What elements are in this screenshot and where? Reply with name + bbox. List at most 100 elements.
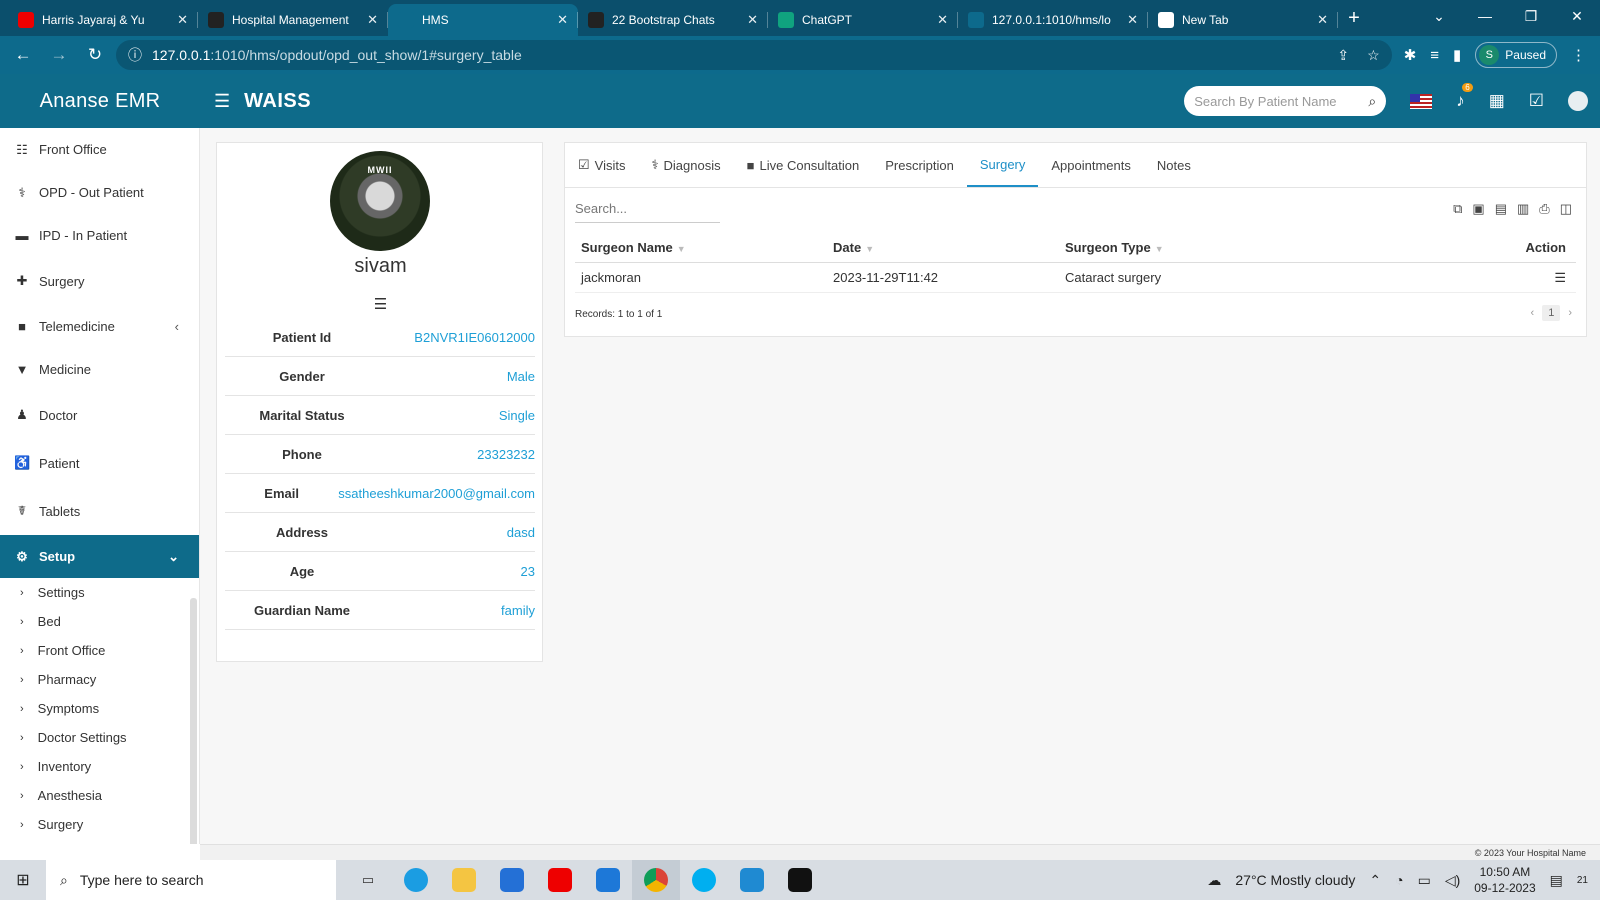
sidebar-item-tablets[interactable]: ☤ Tablets [0,487,199,535]
setup-subitem[interactable]: › Bed [0,607,199,636]
next-page-icon[interactable]: › [1568,307,1572,319]
sidebar-item-front-office[interactable]: ☷ Front Office [0,128,199,171]
close-tab-icon[interactable]: ✕ [367,12,378,28]
patient-detail-value[interactable]: 23 [379,564,535,579]
tab-appointments[interactable]: Appointments [1038,143,1144,187]
pdf-icon[interactable]: ▥ [1517,201,1529,217]
tab-surgery[interactable]: Surgery [966,143,1039,187]
sidebar-item-opd-out-patient[interactable]: ⚕ OPD - Out Patient [0,171,199,214]
sidebar-item-ipd-in-patient[interactable]: ▬ IPD - In Patient [0,214,199,257]
column-header[interactable]: Surgeon Name ▼ [575,240,833,255]
patient-detail-value[interactable]: Male [379,369,535,384]
setup-subitem[interactable]: › Pharmacy [0,665,199,694]
browser-tab[interactable]: New Tab ✕ [1148,4,1338,36]
close-tab-icon[interactable]: ✕ [1127,12,1138,28]
columns-icon[interactable]: ◫ [1560,201,1572,217]
patient-detail-value[interactable]: family [379,603,535,618]
close-tab-icon[interactable]: ✕ [937,12,948,28]
site-info-icon[interactable]: ⓘ [128,45,142,65]
file-explorer-icon[interactable] [440,860,488,900]
print-icon[interactable]: ⎙ [1539,201,1549,217]
prev-page-icon[interactable]: ‹ [1531,307,1535,319]
youtube-app-icon[interactable] [536,860,584,900]
mail-icon[interactable] [584,860,632,900]
setup-subitem[interactable]: › Doctor Settings [0,723,199,752]
volume-icon[interactable]: ◁) [1445,872,1460,889]
tab-notes[interactable]: Notes [1144,143,1204,187]
chevron-up-icon[interactable]: ⌃ [1369,872,1381,889]
close-tab-icon[interactable]: ✕ [747,12,758,28]
sidebar-item-patient[interactable]: ♿ Patient [0,439,199,487]
tab-live-consultation[interactable]: ■ Live Consultation [734,143,873,187]
user-avatar[interactable] [1568,91,1588,111]
new-tab-button[interactable]: + [1338,7,1370,30]
patient-detail-value[interactable]: Single [379,408,535,423]
sidebar-item-setup[interactable]: ⚙ Setup ⌄ [0,535,199,578]
minimize-button[interactable]: — [1462,0,1508,32]
patient-detail-value[interactable]: dasd [379,525,535,540]
setup-subitem[interactable]: › Inventory [0,752,199,781]
side-panel-icon[interactable]: ▮ [1453,46,1461,64]
browser-tab[interactable]: HMS ✕ [388,4,578,36]
bookmark-star-icon[interactable]: ☆ [1367,47,1380,64]
sidebar-item-telemedicine[interactable]: ■ Telemedicine ‹ [0,305,199,348]
browser-tab[interactable]: 127.0.0.1:1010/hms/lo ✕ [958,4,1148,36]
tab-diagnosis[interactable]: ⚕ Diagnosis [638,143,733,187]
address-bar[interactable]: ⓘ 127.0.0.1:1010/hms/opdout/opd_out_show… [116,40,1392,70]
task-check-icon[interactable]: ☑ [1529,91,1544,111]
tab-prescription[interactable]: Prescription [872,143,967,187]
calendar-icon[interactable]: ▦ [1489,91,1505,111]
browser-tab[interactable]: Hospital Management ✕ [198,4,388,36]
excel-icon[interactable]: ▣ [1472,201,1484,217]
edge-icon[interactable] [392,860,440,900]
patient-search-input[interactable]: Search By Patient Name ⌕ [1184,86,1387,116]
windows-start-icon[interactable]: ⊞ [0,870,46,890]
sidebar-item-medicine[interactable]: ▼ Medicine [0,348,199,391]
app-brand[interactable]: Ananse EMR [0,90,200,113]
column-header[interactable]: Date ▼ [833,240,1065,255]
network-icon[interactable]: ◔ [1395,872,1403,888]
browser-tab[interactable]: 22 Bootstrap Chats ✕ [578,4,768,36]
setup-subitem[interactable]: › Settings [0,578,199,607]
sidebar-toggle-icon[interactable]: ☰ [214,91,230,112]
reload-icon[interactable]: ↻ [80,40,110,70]
us-flag-icon[interactable] [1410,93,1433,109]
sort-icon[interactable]: ▼ [1155,244,1164,254]
weather-text[interactable]: 27°C Mostly cloudy [1235,872,1355,888]
profile-menu-icon[interactable]: ☰ [217,295,544,313]
patient-detail-value[interactable]: 23323232 [379,447,535,462]
task-view-icon[interactable]: ▭ [344,860,392,900]
vscode-icon[interactable] [728,860,776,900]
weather-icon[interactable]: ☁ [1207,872,1221,889]
page-number[interactable]: 1 [1542,305,1561,321]
share-icon[interactable]: ⇪ [1337,47,1349,64]
media-control-icon[interactable]: ≡ [1430,47,1439,64]
battery-icon[interactable]: ▭ [1418,872,1431,889]
column-header[interactable]: Surgeon Type ▼ [1065,240,1495,255]
back-icon[interactable]: ← [8,40,38,70]
profile-button[interactable]: S Paused [1475,42,1557,68]
terminal-icon[interactable] [776,860,824,900]
tab-visits[interactable]: ☑ Visits [565,143,638,187]
search-icon[interactable]: ⌕ [1368,93,1376,110]
sort-icon[interactable]: ▼ [865,244,874,254]
setup-subitem[interactable]: › Surgery [0,810,199,839]
taskbar-search[interactable]: ⌕ Type here to search [46,860,336,900]
sort-icon[interactable]: ▼ [677,244,686,254]
setup-subitem[interactable]: ›Infection/Disease [0,839,199,844]
row-action-menu-icon[interactable]: ☰ [1554,270,1566,285]
setup-subitem[interactable]: › Front Office [0,636,199,665]
close-tab-icon[interactable]: ✕ [557,12,568,28]
close-window-button[interactable]: ✕ [1554,0,1600,32]
forward-icon[interactable]: → [44,40,74,70]
browser-tab[interactable]: Harris Jayaraj & Yu ✕ [8,4,198,36]
close-tab-icon[interactable]: ✕ [1317,12,1328,28]
csv-icon[interactable]: ▤ [1495,201,1507,217]
extensions-icon[interactable]: ✱ [1404,46,1417,64]
patient-detail-value[interactable]: ssatheeshkumar2000@gmail.com [338,486,535,501]
sidebar-scrollbar[interactable] [190,598,197,844]
sidebar-item-doctor[interactable]: ♟ Doctor [0,391,199,439]
setup-subitem[interactable]: › Symptoms [0,694,199,723]
browser-menu-icon[interactable]: ⋮ [1571,46,1586,64]
sidebar-item-surgery[interactable]: ✚ Surgery [0,257,199,305]
